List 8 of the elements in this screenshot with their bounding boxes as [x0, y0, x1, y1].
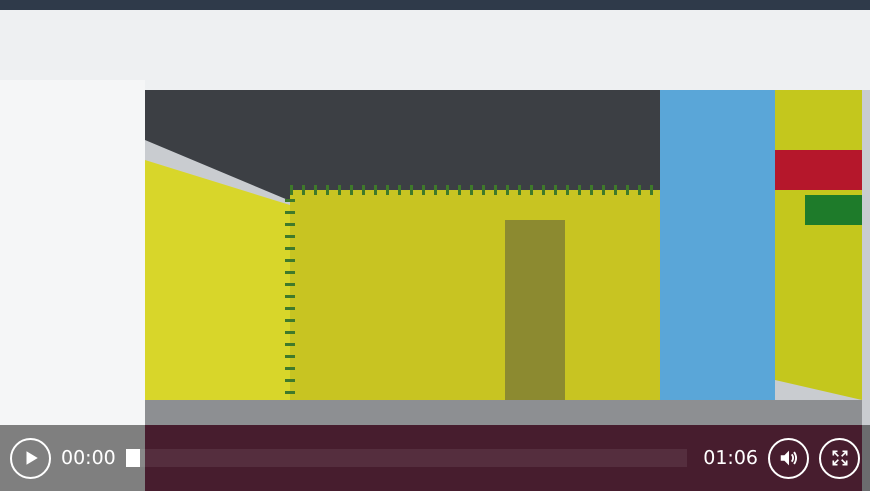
fullscreen-button[interactable] [819, 438, 860, 478]
fullscreen-icon [830, 448, 850, 468]
progress-track[interactable] [126, 449, 688, 467]
progress-thumb[interactable] [126, 449, 140, 467]
elapsed-time: 00:00 [61, 447, 116, 469]
play-button[interactable] [10, 438, 51, 478]
duration-time: 01:06 [703, 447, 758, 469]
volume-button[interactable] [768, 438, 809, 478]
